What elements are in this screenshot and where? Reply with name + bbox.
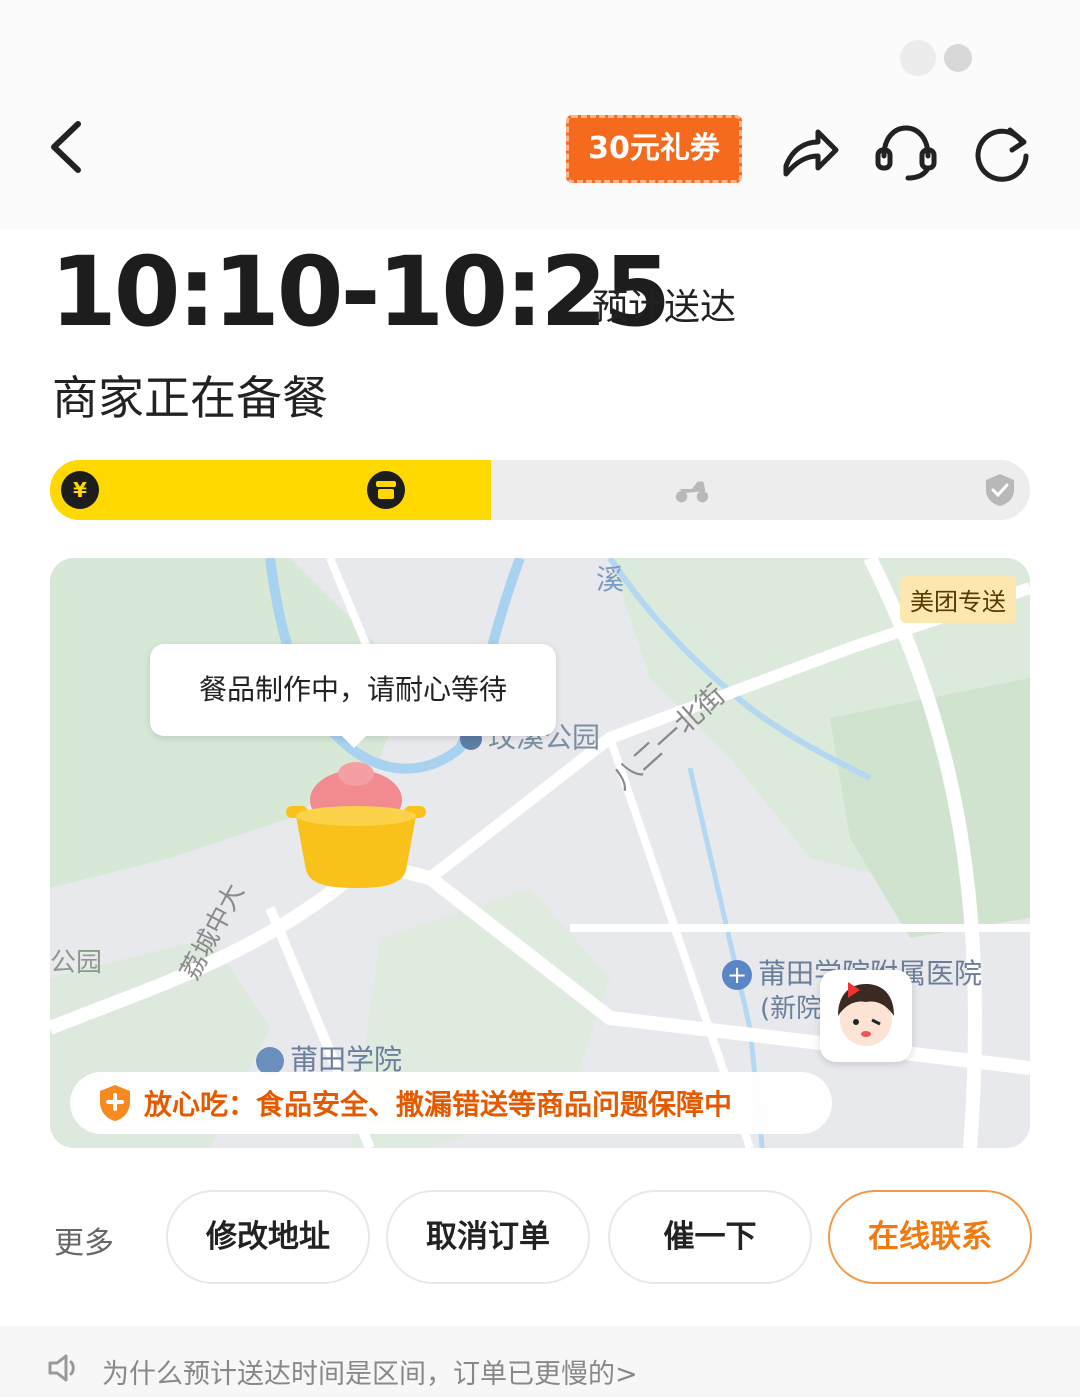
step-paid: ¥ [50, 460, 110, 520]
status-dot [944, 44, 972, 72]
order-status-title: 商家正在备餐 [52, 371, 328, 425]
status-bubble: 餐品制作中，请耐心等待 [150, 644, 556, 736]
rider-avatar[interactable] [820, 970, 912, 1062]
step-delivering [662, 460, 722, 520]
step-delivered [970, 460, 1030, 520]
contact-online-button[interactable]: 在线联系 [828, 1190, 1032, 1284]
chevron-left-icon [51, 121, 81, 173]
check-badge-icon [981, 471, 1019, 509]
customer-service-button[interactable] [874, 120, 938, 184]
map-label-river: 溪 [596, 563, 625, 596]
share-icon [783, 129, 839, 177]
headset-icon [875, 125, 937, 181]
share-button[interactable] [778, 120, 842, 184]
speaker-icon [48, 1354, 75, 1382]
delivery-service-tag: 美团专送 [900, 576, 1016, 623]
hospital-cross-icon: + [722, 960, 752, 990]
refresh-icon [975, 127, 1029, 182]
food-safety-text: 放心吃：食品安全、撒漏错送等商品问题保障中 [144, 1088, 733, 1121]
map-label-hospital-sub: (新院 [760, 994, 823, 1024]
order-status-panel: 10:10-10:25 预计送达 商家正在备餐 ¥ 溪 玟溪公园 八二一北街 公… [0, 230, 1080, 1397]
yen-icon: ¥ [61, 471, 99, 509]
urge-button[interactable]: 催一下 [608, 1190, 812, 1284]
status-bubble-tail [340, 734, 368, 748]
food-safety-guarantee[interactable]: 放心吃：食品安全、撒漏错送等商品问题保障中 [70, 1072, 832, 1134]
action-row: 更多 修改地址 取消订单 催一下 在线联系 [0, 1190, 1080, 1286]
notice-text: 为什么预计送达时间是区间，订单已更慢的> [102, 1359, 638, 1390]
step-preparing [356, 460, 416, 520]
refresh-button[interactable] [970, 120, 1034, 184]
progress-fill [50, 460, 491, 520]
modify-address-button[interactable]: 修改地址 [166, 1190, 370, 1284]
merchant-pot-icon[interactable] [286, 758, 426, 892]
shield-plus-icon [100, 1085, 130, 1121]
top-bar: 30元礼券 [0, 0, 1080, 230]
back-button[interactable] [40, 112, 100, 182]
scooter-icon [673, 471, 711, 509]
shop-icon [367, 471, 405, 509]
status-dot [900, 40, 936, 76]
notice-bar[interactable]: 为什么预计送达时间是区间，订单已更慢的> [0, 1326, 1080, 1397]
status-indicator [900, 40, 980, 76]
rider-face-icon [838, 982, 894, 1046]
order-progress-bar: ¥ [50, 460, 1030, 520]
coupon-button[interactable]: 30元礼券 [566, 115, 742, 183]
more-label[interactable]: 更多 [54, 1218, 114, 1262]
delivery-map[interactable]: 溪 玟溪公园 八二一北街 公园 荔城中大 +莆田学院附属医院 (新院 莆田学院 … [50, 558, 1030, 1148]
college-cap-icon [256, 1047, 284, 1075]
cancel-order-button[interactable]: 取消订单 [386, 1190, 590, 1284]
eta-label: 预计送达 [592, 287, 737, 328]
map-label-park-left: 公园 [50, 948, 103, 978]
eta-time: 10:10-10:25 [50, 236, 671, 348]
